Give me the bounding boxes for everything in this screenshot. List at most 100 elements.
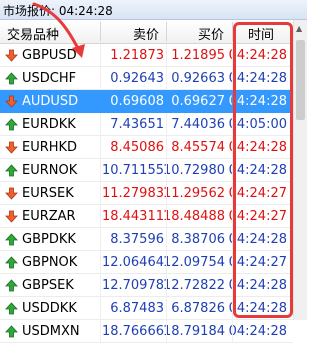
column-header-bid[interactable]: 卖价 (133, 24, 159, 43)
column-header-ask[interactable]: 买价 (198, 24, 224, 43)
cell-divider (100, 67, 101, 90)
bid-cell: 0.69608 (110, 94, 164, 109)
bid-cell: 8.37596 (110, 232, 164, 247)
down-arrow-icon (5, 95, 18, 108)
bid-cell: 0.92643 (110, 71, 164, 86)
vertical-scrollbar[interactable]: ▲ (293, 20, 307, 320)
up-arrow-icon (5, 164, 18, 177)
ask-cell: 8.38706 (171, 232, 225, 247)
bid-cell: 8.45086 (110, 140, 164, 155)
table-row[interactable]: GBPUSD 1.21873 1.21895 04:24:28 (0, 44, 293, 67)
cell-divider (166, 205, 167, 228)
symbol-cell: USDCHF (22, 71, 77, 86)
time-cell: 04:24:28 (228, 94, 287, 109)
bid-cell: 7.43651 (110, 117, 164, 132)
up-arrow-icon (5, 279, 18, 292)
table-row[interactable]: USDMXN 18.76666 18.79184 04:24:28 (0, 320, 293, 343)
symbol-cell: EURSEK (22, 186, 74, 201)
symbol-cell: GBPNOK (22, 255, 78, 270)
symbol-cell: GBPUSD (22, 48, 77, 63)
ask-cell: 10.72980 (162, 163, 225, 178)
bid-cell: 18.44311 (101, 209, 164, 224)
quote-list: GBPUSD 1.21873 1.21895 04:24:28 USDCHF 0.9264… (0, 44, 293, 343)
cell-divider (232, 67, 233, 90)
cell-divider (166, 182, 167, 205)
cell-divider (232, 159, 233, 182)
time-cell: 04:24:28 (228, 301, 287, 316)
cell-divider (166, 159, 167, 182)
time-cell: 04:24:27 (228, 186, 287, 201)
cell-divider (232, 44, 233, 67)
bid-cell: 6.87483 (110, 301, 164, 316)
symbol-cell: EURHKD (22, 140, 78, 155)
up-arrow-icon (5, 118, 18, 131)
up-arrow-icon (5, 72, 18, 85)
up-arrow-icon (5, 233, 18, 246)
table-row[interactable]: USDDKK 6.87483 6.87826 04:24:28 (0, 297, 293, 320)
cell-divider (232, 274, 233, 297)
ask-cell: 12.09754 (162, 255, 225, 270)
table-row[interactable]: EURZAR 18.44311 18.48488 04:24:27 (0, 205, 293, 228)
time-cell: 04:24:27 (228, 255, 287, 270)
column-header-symbol[interactable]: 交易品种 (7, 24, 59, 43)
bid-cell: 18.76666 (101, 324, 164, 339)
cell-divider (100, 297, 101, 320)
cell-divider (100, 44, 101, 67)
cell-divider (232, 297, 233, 320)
cell-divider (232, 228, 233, 251)
table-row[interactable]: EURDKK 7.43651 7.44036 04:05:00 (0, 113, 293, 136)
scroll-up-arrow-icon[interactable]: ▲ (296, 24, 302, 33)
table-row[interactable]: GBPSEK 12.70978 12.72822 04:24:28 (0, 274, 293, 297)
cell-divider (100, 113, 101, 136)
cell-divider (166, 67, 167, 90)
ask-cell: 0.69627 (171, 94, 225, 109)
ask-cell: 18.48488 (162, 209, 225, 224)
cell-divider (232, 136, 233, 159)
down-arrow-icon (5, 49, 18, 62)
ask-cell: 12.72822 (162, 278, 225, 293)
symbol-cell: EURDKK (22, 117, 76, 132)
ask-cell: 7.44036 (171, 117, 225, 132)
cell-divider (166, 320, 167, 343)
bid-cell: 10.71155 (101, 163, 164, 178)
table-row[interactable]: USDCHF 0.92643 0.92663 04:24:28 (0, 67, 293, 90)
cell-divider (166, 90, 167, 113)
time-cell: 04:24:27 (228, 209, 287, 224)
cell-divider (100, 320, 101, 343)
column-divider[interactable] (232, 22, 233, 41)
time-cell: 04:24:28 (228, 163, 287, 178)
symbol-cell: GBPSEK (22, 278, 74, 293)
table-row[interactable]: EURHKD 8.45086 8.45574 04:24:28 (0, 136, 293, 159)
bid-cell: 12.06464 (101, 255, 164, 270)
cell-divider (166, 251, 167, 274)
cell-divider (100, 159, 101, 182)
cell-divider (166, 113, 167, 136)
symbol-cell: USDMXN (22, 324, 80, 339)
bid-cell: 11.27983 (101, 186, 164, 201)
cell-divider (166, 44, 167, 67)
table-row[interactable]: AUDUSD 0.69608 0.69627 04:24:28 (0, 90, 293, 113)
cell-divider (100, 205, 101, 228)
ask-cell: 8.45574 (171, 140, 225, 155)
time-cell: 04:24:28 (228, 71, 287, 86)
scrollbar-thumb[interactable] (296, 40, 305, 120)
cell-divider (100, 274, 101, 297)
cell-divider (232, 320, 233, 343)
bid-cell: 1.21873 (110, 48, 164, 63)
table-row[interactable]: GBPDKK 8.37596 8.38706 04:24:28 (0, 228, 293, 251)
column-header-time[interactable]: 时间 (248, 24, 274, 43)
down-arrow-icon (5, 187, 18, 200)
table-row[interactable]: EURNOK 10.71155 10.72980 04:24:28 (0, 159, 293, 182)
column-divider[interactable] (166, 22, 167, 41)
cell-divider (166, 228, 167, 251)
symbol-cell: EURZAR (22, 209, 76, 224)
cell-divider (166, 274, 167, 297)
cell-divider (232, 205, 233, 228)
cell-divider (166, 297, 167, 320)
table-row[interactable]: GBPNOK 12.06464 12.09754 04:24:27 (0, 251, 293, 274)
table-row[interactable]: EURSEK 11.27983 11.29562 04:24:27 (0, 182, 293, 205)
column-divider[interactable] (100, 22, 101, 41)
symbol-cell: EURNOK (22, 163, 78, 178)
ask-cell: 18.79184 (162, 324, 225, 339)
cell-divider (100, 251, 101, 274)
